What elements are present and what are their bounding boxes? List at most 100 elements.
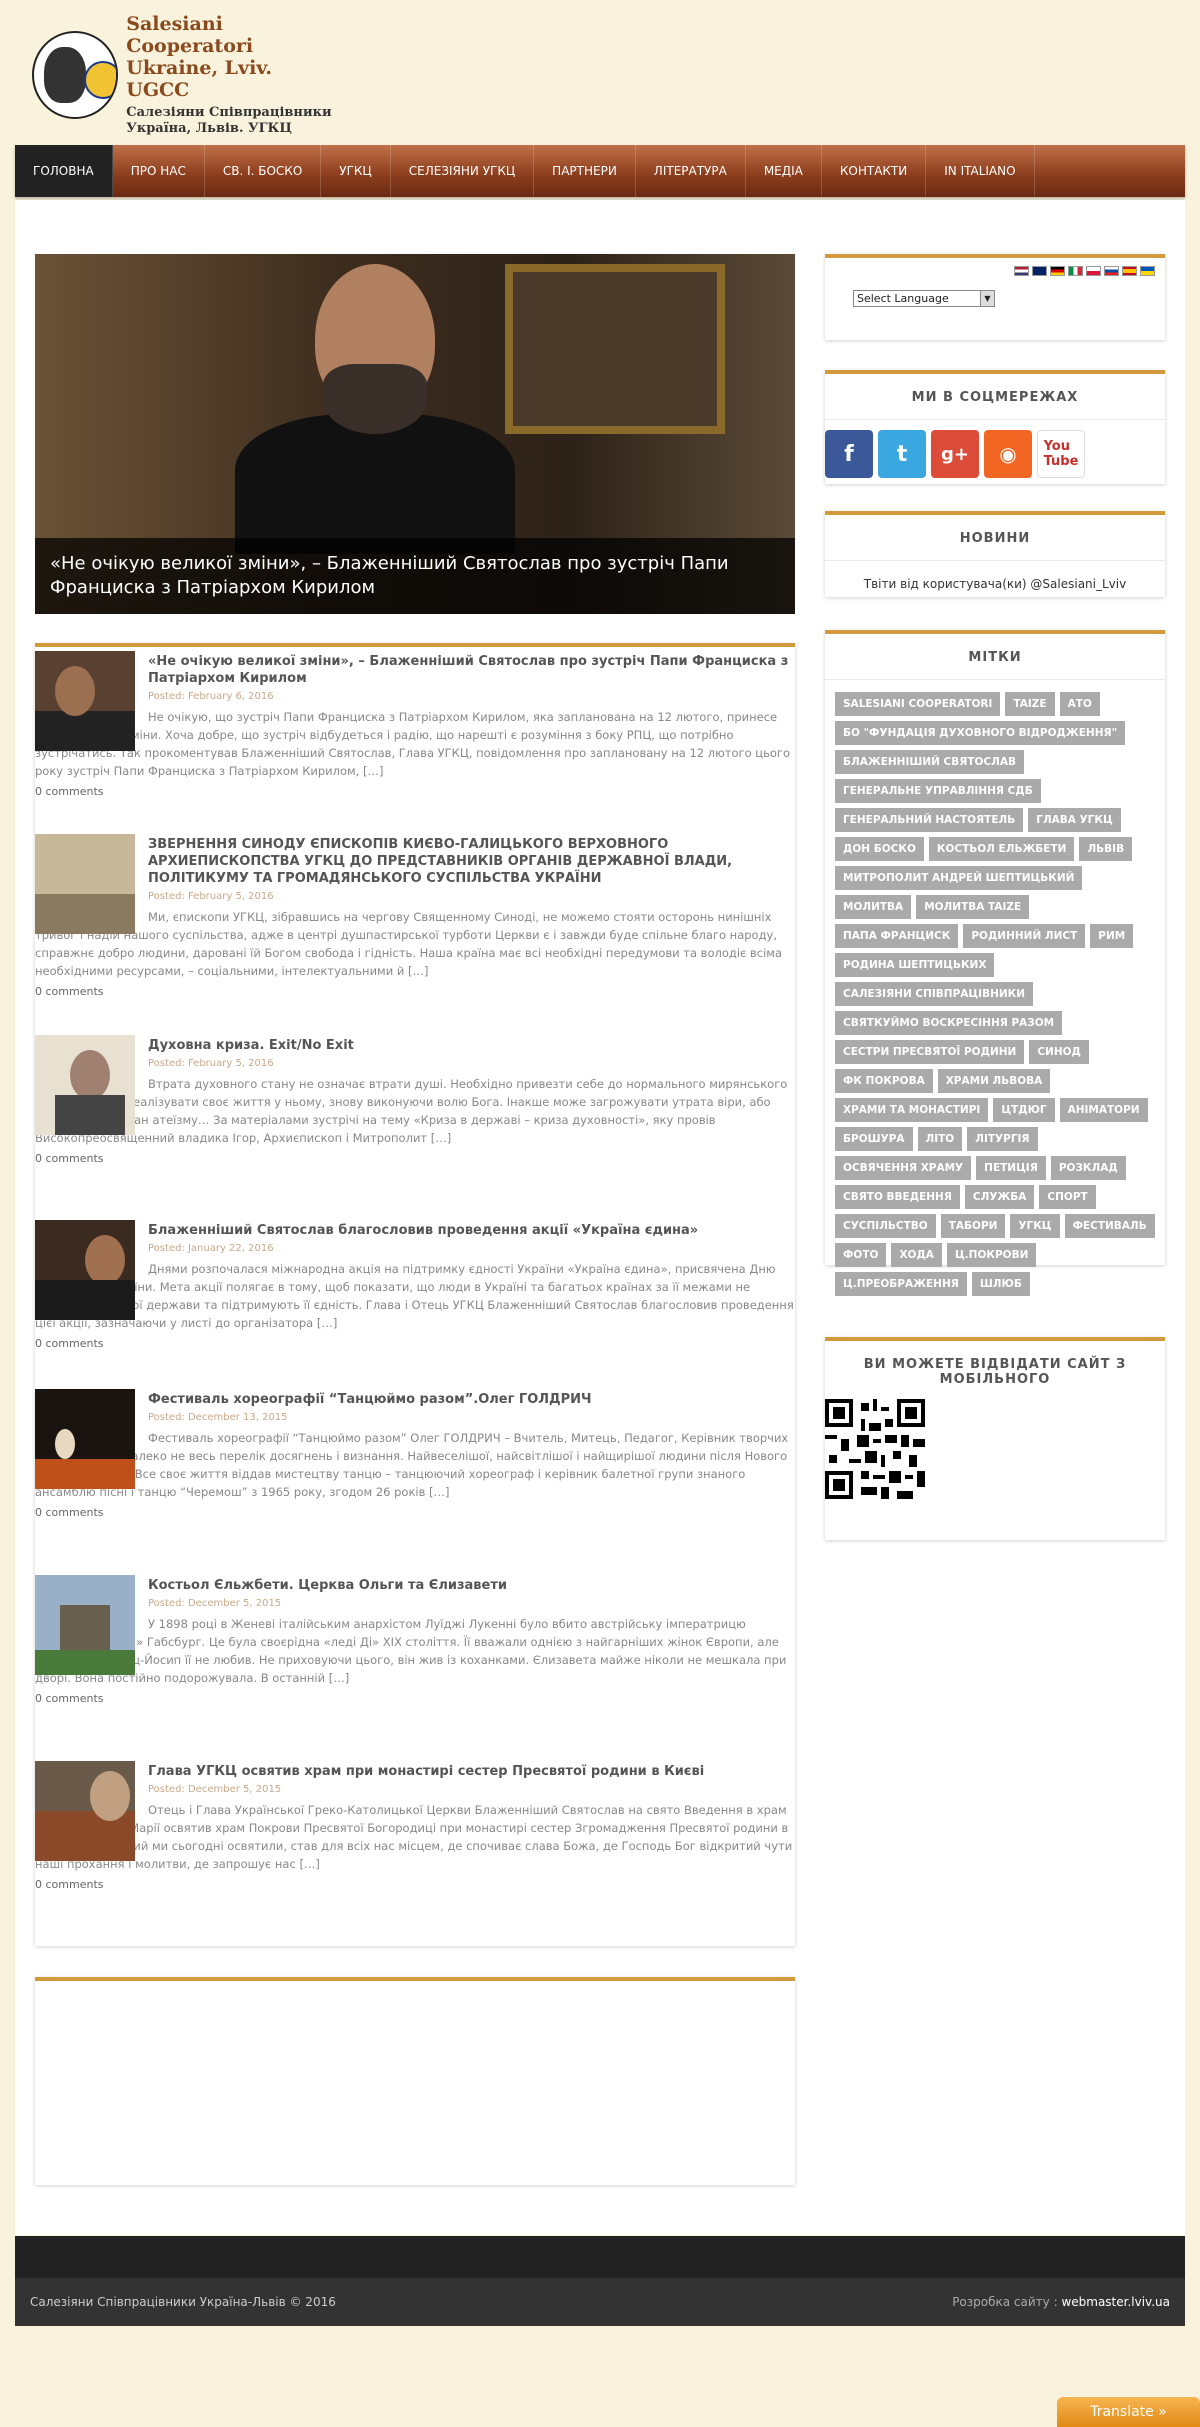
- facebook-icon[interactable]: f: [825, 430, 873, 478]
- post-comments-link[interactable]: 0 comments: [35, 785, 795, 798]
- tag-link[interactable]: РОЗКЛАД: [1050, 1156, 1126, 1180]
- tag-link[interactable]: ГЕНЕРАЛЬНИЙ НАСТОЯТЕЛЬ: [835, 808, 1024, 832]
- tag-link[interactable]: ХОДА: [891, 1243, 942, 1267]
- tag-link[interactable]: ЛЬВІВ: [1079, 837, 1133, 861]
- footer-dev-link[interactable]: webmaster.lviv.ua: [1061, 2295, 1170, 2309]
- post-date: Posted: February 5, 2016: [148, 1058, 274, 1069]
- post-thumbnail[interactable]: [35, 651, 135, 751]
- flag-sk-icon[interactable]: [1104, 266, 1119, 276]
- post-excerpt: У 1898 році в Женеві італійським анархіс…: [35, 1617, 787, 1685]
- tag-link[interactable]: МИТРОПОЛИТ АНДРЕЙ ШЕПТИЦЬКИЙ: [835, 866, 1083, 890]
- tag-link[interactable]: БЛАЖЕННІШИЙ СВЯТОСЛАВ: [835, 750, 1024, 774]
- flag-it-icon[interactable]: [1068, 266, 1083, 276]
- tag-link[interactable]: СЛУЖБА: [964, 1185, 1035, 1209]
- post-thumbnail[interactable]: [35, 1575, 135, 1675]
- language-select[interactable]: Select Language ▼: [853, 290, 995, 307]
- tag-link[interactable]: ОСВЯЧЕННЯ ХРАМУ: [835, 1156, 972, 1180]
- twitter-feed-link[interactable]: Твіти від користувача(ки) @Salesiani_Lvi…: [825, 561, 1165, 611]
- slider-caption[interactable]: «Не очікую великої зміни», – Блаженніший…: [35, 538, 795, 614]
- nav-item-literature[interactable]: ЛІТЕРАТУРА: [636, 145, 746, 197]
- post-thumbnail[interactable]: [35, 1389, 135, 1489]
- tag-link[interactable]: ШЛЮБ: [971, 1272, 1030, 1296]
- post-comments-link[interactable]: 0 comments: [35, 1506, 795, 1519]
- post-thumbnail[interactable]: [35, 1220, 135, 1320]
- post-comments-link[interactable]: 0 comments: [35, 1152, 795, 1165]
- tag-link[interactable]: САЛЕЗІЯНИ СПІВПРАЦІВНИКИ: [835, 982, 1034, 1006]
- nav-item-bosco[interactable]: СВ. І. БОСКО: [205, 145, 322, 197]
- rss-icon[interactable]: ◉: [984, 430, 1032, 478]
- tag-link[interactable]: ЛІТО: [917, 1127, 963, 1151]
- tag-link[interactable]: СУСПІЛЬСТВО: [835, 1214, 936, 1238]
- tag-link[interactable]: РИМ: [1090, 924, 1134, 948]
- tag-link[interactable]: ХРАМИ ЛЬВОВА: [937, 1069, 1051, 1093]
- tag-link[interactable]: РОДИНА ШЕПТИЦЬКИХ: [835, 953, 995, 977]
- nav-item-contacts[interactable]: КОНТАКТИ: [822, 145, 927, 197]
- logo-line-1: Salesiani Cooperatori: [126, 13, 254, 57]
- post-title[interactable]: Блаженніший Святослав благословив провед…: [148, 1220, 795, 1239]
- tag-link[interactable]: КОСТЬОЛ ЕЛЬЖБЕТИ: [928, 837, 1075, 861]
- post-title[interactable]: Духовна криза. Exit/No Exit: [148, 1035, 795, 1054]
- tag-link[interactable]: TAIZE: [1005, 692, 1055, 716]
- post-title[interactable]: Фестиваль хореографії “Танцюймо разом”.О…: [148, 1389, 795, 1408]
- tag-link[interactable]: МОЛИТВА: [835, 895, 912, 919]
- flag-de-icon[interactable]: [1050, 266, 1065, 276]
- post-thumbnail[interactable]: [35, 1035, 135, 1135]
- flag-uk-icon[interactable]: [1032, 266, 1047, 276]
- flag-ua-icon[interactable]: [1140, 266, 1155, 276]
- nav-item-salesians-ugcc[interactable]: СЕЛЕЗІЯНИ УГКЦ: [391, 145, 535, 197]
- tag-link[interactable]: СПОРТ: [1039, 1185, 1096, 1209]
- nav-item-ugcc[interactable]: УГКЦ: [321, 145, 391, 197]
- flag-en-icon[interactable]: [1014, 266, 1029, 276]
- tag-link[interactable]: ГЛАВА УГКЦ: [1028, 808, 1121, 832]
- post-comments-link[interactable]: 0 comments: [35, 1878, 795, 1891]
- post-title[interactable]: Костьол Єльжбети. Церква Ольги та Єлизав…: [148, 1575, 795, 1594]
- youtube-icon[interactable]: You Tube: [1037, 430, 1085, 478]
- nav-item-media[interactable]: МЕДІА: [746, 145, 822, 197]
- site-logo[interactable]: Salesiani Cooperatori Ukraine, Lviv. UGC…: [32, 13, 332, 136]
- tag-link[interactable]: БРОШУРА: [835, 1127, 913, 1151]
- tag-link[interactable]: ФЕСТИВАЛЬ: [1064, 1214, 1155, 1238]
- flag-es-icon[interactable]: [1122, 266, 1137, 276]
- featured-slider[interactable]: «Не очікую великої зміни», – Блаженніший…: [35, 254, 795, 614]
- post-thumbnail[interactable]: [35, 1761, 135, 1861]
- tag-link[interactable]: ФОТО: [835, 1243, 887, 1267]
- tag-link[interactable]: ЛІТУРГІЯ: [967, 1127, 1038, 1151]
- post-thumbnail[interactable]: [35, 834, 135, 934]
- tag-link[interactable]: ТАБОРИ: [940, 1214, 1006, 1238]
- tag-link[interactable]: АТО: [1059, 692, 1100, 716]
- tag-link[interactable]: АНІМАТОРИ: [1059, 1098, 1148, 1122]
- nav-item-partners[interactable]: ПАРТНЕРИ: [534, 145, 636, 197]
- translate-button[interactable]: Translate »: [1057, 2397, 1200, 2427]
- twitter-icon[interactable]: t: [878, 430, 926, 478]
- post-date: Posted: December 13, 2015: [148, 1412, 288, 1423]
- nav-item-home[interactable]: ГОЛОВНА: [15, 145, 113, 197]
- tag-link[interactable]: РОДИННИЙ ЛИСТ: [963, 924, 1086, 948]
- tag-link[interactable]: БО "ФУНДАЦІЯ ДУХОВНОГО ВІДРОДЖЕННЯ": [835, 721, 1126, 745]
- flag-pl-icon[interactable]: [1086, 266, 1101, 276]
- post-comments-link[interactable]: 0 comments: [35, 1337, 795, 1350]
- tag-link[interactable]: ДОН БОСКО: [835, 837, 924, 861]
- nav-item-about[interactable]: ПРО НАС: [113, 145, 205, 197]
- tag-link[interactable]: УГКЦ: [1010, 1214, 1060, 1238]
- tag-link[interactable]: ХРАМИ ТА МОНАСТИРІ: [835, 1098, 989, 1122]
- nav-item-italiano[interactable]: IN ITALIANO: [926, 145, 1035, 197]
- post-title[interactable]: Глава УГКЦ освятив храм при монастирі се…: [148, 1761, 795, 1780]
- tag-link[interactable]: Ц.ПОКРОВИ: [946, 1243, 1037, 1267]
- post-title[interactable]: «Не очікую великої зміни», – Блаженніший…: [148, 651, 795, 687]
- post-comments-link[interactable]: 0 comments: [35, 1692, 795, 1705]
- post-comments-link[interactable]: 0 comments: [35, 985, 795, 998]
- tag-link[interactable]: ЦТДЮГ: [993, 1098, 1055, 1122]
- tag-link[interactable]: СВЯТКУЙМО ВОСКРЕСІННЯ РАЗОМ: [835, 1011, 1063, 1035]
- post-title[interactable]: ЗВЕРНЕННЯ СИНОДУ ЄПИСКОПІВ КИЄВО-ГАЛИЦЬК…: [148, 834, 795, 887]
- tag-link[interactable]: ФК ПОКРОВА: [835, 1069, 933, 1093]
- tag-link[interactable]: СЕСТРИ ПРЕСВЯТОЇ РОДИНИ: [835, 1040, 1025, 1064]
- google-plus-icon[interactable]: g+: [931, 430, 979, 478]
- tag-link[interactable]: ПЕТИЦІЯ: [976, 1156, 1046, 1180]
- tag-link[interactable]: СИНОД: [1029, 1040, 1089, 1064]
- tag-link[interactable]: СВЯТО ВВЕДЕННЯ: [835, 1185, 960, 1209]
- tag-link[interactable]: МОЛИТВА TAIZE: [916, 895, 1030, 919]
- tag-link[interactable]: ГЕНЕРАЛЬНЕ УПРАВЛІННЯ СДБ: [835, 779, 1041, 803]
- tag-link[interactable]: SALESIANI COOPERATORI: [835, 692, 1001, 716]
- tag-link[interactable]: ПАПА ФРАНЦИСК: [835, 924, 959, 948]
- tag-link[interactable]: Ц.ПРЕОБРАЖЕННЯ: [835, 1272, 967, 1296]
